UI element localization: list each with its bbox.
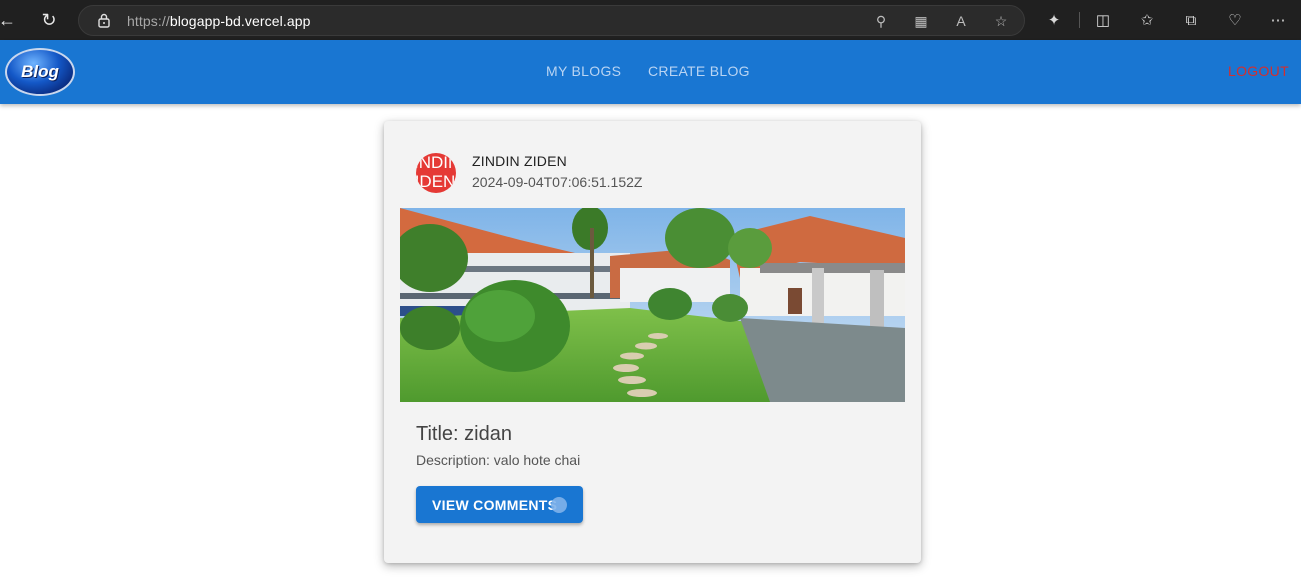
ripple-indicator — [551, 497, 567, 513]
back-icon[interactable]: ← — [0, 5, 22, 35]
post-image — [400, 208, 905, 402]
key-icon[interactable]: ⚲ — [872, 12, 890, 30]
blog-card: INDIN IDEN ZINDIN ZIDEN 2024-09-04T07:06… — [384, 121, 921, 563]
toolbar-divider — [1079, 12, 1080, 28]
post-title: Title: zidan — [416, 423, 512, 445]
more-menu-icon[interactable]: ⋯ — [1268, 10, 1288, 30]
url-host: blogapp-bd.vercel.app — [169, 13, 311, 29]
favorites-icon[interactable]: ✩ — [1137, 10, 1157, 30]
nav-my-blogs[interactable]: MY BLOGS — [546, 63, 621, 79]
author-avatar: INDIN IDEN — [416, 153, 456, 193]
browser-toolbar: ← ↻ https://blogapp-bd.vercel.app ⚲ ▦ A … — [0, 0, 1301, 40]
extensions-icon[interactable]: ✦ — [1044, 10, 1064, 30]
read-aloud-icon[interactable]: A — [952, 12, 970, 30]
url-text[interactable]: https://blogapp-bd.vercel.app — [127, 13, 310, 29]
blog-logo[interactable]: Blog — [5, 48, 75, 96]
view-comments-label: VIEW COMMENTS — [432, 496, 558, 513]
avatar-text-line1: INDIN — [416, 153, 456, 172]
collections-icon[interactable]: ⧉ — [1181, 10, 1201, 30]
nav-create-blog[interactable]: CREATE BLOG — [648, 63, 750, 79]
view-comments-button[interactable]: VIEW COMMENTS — [416, 486, 583, 523]
post-description: Description: valo hote chai — [416, 452, 581, 468]
logout-button[interactable]: LOGOUT — [1228, 63, 1289, 79]
url-protocol: https:// — [127, 13, 170, 29]
apps-icon[interactable]: ▦ — [912, 12, 930, 30]
favorite-star-icon[interactable]: ☆ — [992, 12, 1010, 30]
address-bar[interactable]: https://blogapp-bd.vercel.app ⚲ ▦ A ☆ — [78, 5, 1025, 36]
browser-essentials-icon[interactable]: ♡ — [1225, 10, 1245, 30]
logo-text: Blog — [21, 62, 59, 81]
split-screen-icon[interactable]: ◫ — [1093, 10, 1113, 30]
author-name: ZINDIN ZIDEN — [472, 153, 567, 169]
reload-icon[interactable]: ↻ — [34, 5, 64, 35]
app-header: Blog MY BLOGS CREATE BLOG LOGOUT — [0, 40, 1301, 104]
lock-icon — [98, 13, 110, 28]
post-date: 2024-09-04T07:06:51.152Z — [472, 174, 643, 190]
avatar-text-line2: IDEN — [416, 172, 456, 191]
